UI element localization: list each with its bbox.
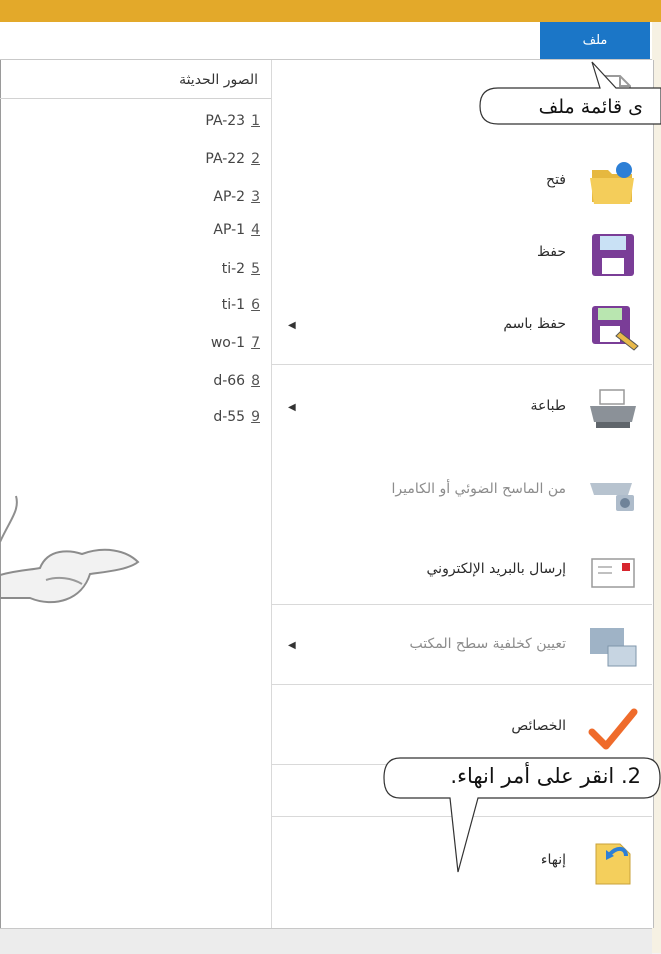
submenu-arrow-icon: ◀ xyxy=(288,402,296,413)
recent-item-name: AP-1 xyxy=(213,222,246,238)
menu-item-label: طباعة xyxy=(530,398,567,414)
recent-item-name: d-55 xyxy=(213,409,246,425)
submenu-arrow-icon: ◀ xyxy=(288,640,296,651)
menu-item-label: الخصائص xyxy=(511,718,566,734)
menu-item-save[interactable]: حفظ xyxy=(272,220,652,290)
email-icon xyxy=(591,558,635,588)
menu-item-scanner[interactable]: من الماسح الضوئي أو الكاميرا xyxy=(272,457,652,527)
folder-open-icon xyxy=(590,162,634,204)
recent-item[interactable]: wo-1 7 xyxy=(150,332,260,354)
recent-item-number: 8 xyxy=(251,373,260,389)
menu-item-label: إرسال بالبريد الإلكتروني xyxy=(426,561,567,577)
menu-item-email[interactable]: إرسال بالبريد الإلكتروني xyxy=(272,537,652,607)
printer-icon xyxy=(590,389,636,428)
monitor-icon xyxy=(590,628,637,667)
status-bar xyxy=(0,928,652,954)
recent-item-name: d-66 xyxy=(213,373,246,389)
recent-item[interactable]: d-55 9 xyxy=(150,406,260,428)
scanner-icon xyxy=(590,483,634,511)
recent-item-number: 7 xyxy=(251,335,260,351)
callout-text-top: ى قائمة ملف xyxy=(538,96,643,118)
recent-item-number: 9 xyxy=(251,409,260,425)
menu-item-label: فتح xyxy=(546,172,566,188)
recent-item-name: ti-2 xyxy=(221,261,246,277)
save-as-icon xyxy=(592,306,639,351)
recent-item[interactable]: ti-2 5 xyxy=(150,258,260,280)
submenu-arrow-icon: ◀ xyxy=(288,320,296,331)
recent-item-name: ti-1 xyxy=(221,297,246,313)
recent-item[interactable]: d-66 8 xyxy=(150,370,260,392)
callout-text-bottom: 2. انقر على أمر انهاء. xyxy=(450,764,641,788)
menu-item-save-as[interactable]: حفظ باسم ◀ xyxy=(272,292,652,362)
menu-item-label: من الماسح الضوئي أو الكاميرا xyxy=(391,481,566,497)
menu-item-print[interactable]: طباعة ◀ xyxy=(272,374,652,444)
floppy-disk-icon xyxy=(592,234,634,276)
recent-item-number: 3 xyxy=(251,189,260,205)
recent-item-name: AP-2 xyxy=(213,189,246,205)
recent-item-number: 5 xyxy=(251,261,260,277)
menu-item-label: تعيين كخلفية سطح المكتب xyxy=(409,636,566,652)
menu-separator xyxy=(272,604,652,605)
menu-separator xyxy=(272,364,652,365)
recent-item[interactable]: ti-1 6 xyxy=(150,294,260,316)
recent-item[interactable]: AP-2 3 xyxy=(150,186,260,208)
recent-item-number: 4 xyxy=(251,222,260,238)
recent-item[interactable]: AP-1 4 xyxy=(150,219,260,241)
menu-item-label: حفظ xyxy=(536,244,566,260)
menu-item-label: حفظ باسم xyxy=(503,316,566,332)
recent-item-name: wo-1 xyxy=(210,335,246,351)
menu-item-set-desktop-background[interactable]: تعيين كخلفية سطح المكتب ◀ xyxy=(272,612,652,682)
title-bar-strip xyxy=(0,0,661,22)
pointing-hand-illustration xyxy=(0,495,140,604)
menu-separator xyxy=(272,684,652,685)
recent-item-number: 6 xyxy=(251,297,260,313)
